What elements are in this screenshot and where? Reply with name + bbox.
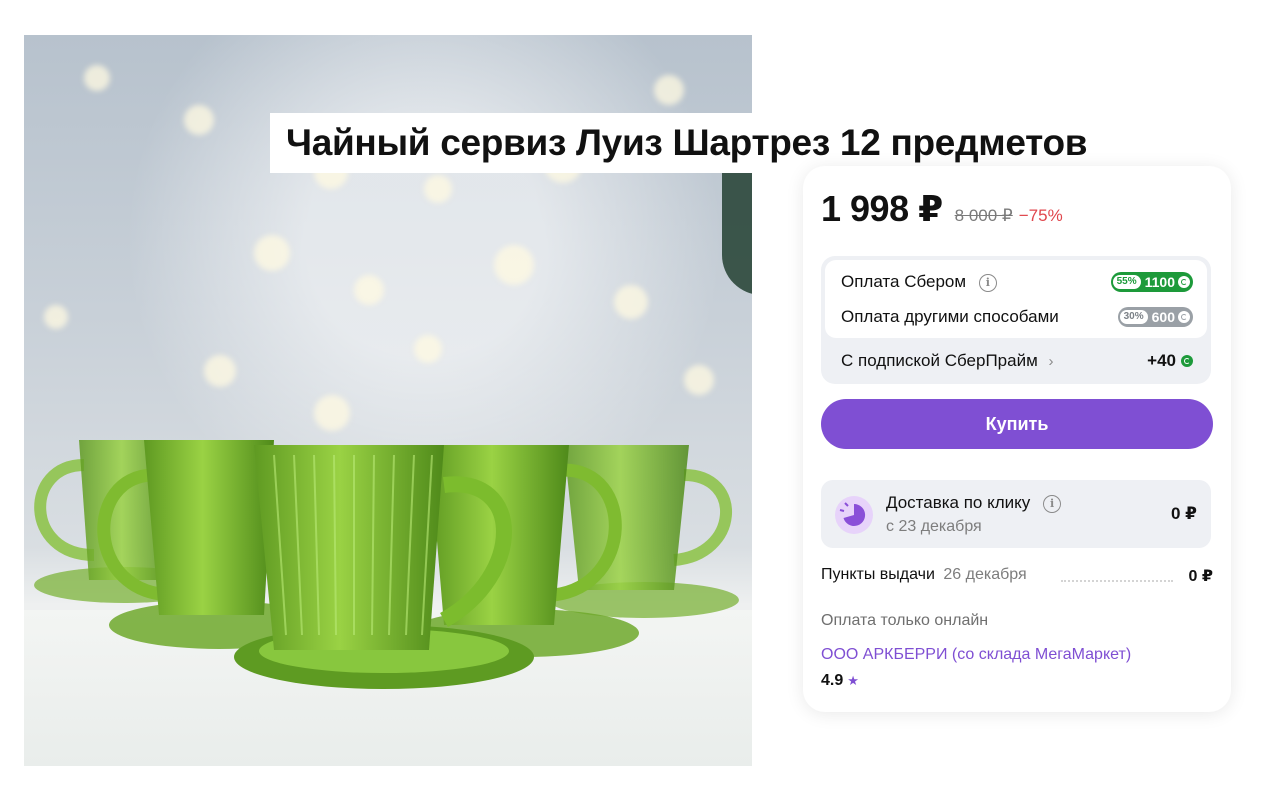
delivery-price: 0 ₽: [1170, 504, 1197, 523]
bonus-row-other: Оплата другими способами 30% 600: [841, 307, 1193, 327]
delivery-title: Доставка по клику i: [886, 493, 1062, 513]
star-icon: ★: [847, 673, 859, 688]
seller-rating-value: 4.9: [821, 672, 844, 689]
chevron-right-icon: ›: [1048, 353, 1054, 370]
seller-rating: 4.9 ★: [821, 672, 859, 690]
sber-bonus-coin-icon: [1178, 276, 1190, 288]
payment-note: Оплата только онлайн: [821, 612, 989, 629]
price-row: 1 998 ₽ 8 000 ₽ −75%: [821, 188, 1063, 230]
bonus-payment-options: Оплата Сбером i 55% 1100 Оплата другими …: [825, 260, 1207, 338]
pickup-date: 26 декабря: [943, 566, 1027, 583]
info-icon[interactable]: i: [978, 273, 997, 292]
product-title: Чайный сервиз Луиз Шартрез 12 предметов: [270, 112, 1104, 173]
sber-bonus-coin-icon: [1181, 355, 1193, 367]
cup: [144, 440, 274, 615]
seller-link[interactable]: ООО АРКБЕРРИ (со склада МегаМаркет): [821, 646, 1131, 664]
dotted-leader: [1061, 580, 1173, 582]
delivery-date: с 23 декабря: [886, 518, 982, 535]
delivery-click-icon: [835, 496, 873, 534]
price-card: 1 998 ₽ 8 000 ₽ −75% Оплата Сбером i 55%…: [803, 166, 1231, 712]
bonus-block: Оплата Сбером i 55% 1100 Оплата другими …: [821, 256, 1211, 384]
bonus-label-other: Оплата другими способами: [841, 307, 1059, 326]
buy-button[interactable]: Купить: [821, 399, 1213, 449]
delivery-option[interactable]: Доставка по клику i с 23 декабря 0 ₽: [821, 480, 1211, 548]
bonus-pill-other: 30% 600: [1117, 307, 1193, 327]
old-price: 8 000 ₽: [954, 206, 1013, 225]
pickup-points-row[interactable]: Пункты выдачи 26 декабря 0 ₽: [821, 566, 1213, 588]
bonus-amount: 600: [1151, 309, 1175, 325]
bonus-amount: 1100: [1144, 274, 1175, 290]
bonus-percent: 30%: [1119, 310, 1148, 324]
bonus-percent: 55%: [1112, 275, 1141, 289]
cup: [254, 445, 444, 650]
pickup-price: 0 ₽: [1188, 568, 1213, 585]
info-icon[interactable]: i: [1043, 494, 1062, 513]
bonus-label-sber: Оплата Сбером: [841, 272, 967, 291]
current-price: 1 998 ₽: [821, 188, 943, 229]
sberprime-link[interactable]: С подпиской СберПрайм › +40: [841, 351, 1193, 371]
pickup-label: Пункты выдачи: [821, 566, 935, 583]
discount-badge: −75%: [1018, 206, 1063, 225]
bonus-row-sber: Оплата Сбером i 55% 1100: [841, 272, 1193, 292]
sber-bonus-coin-icon: [1178, 311, 1190, 323]
bonus-pill-sber: 55% 1100: [1110, 272, 1193, 292]
sberprime-label: С подпиской СберПрайм: [841, 351, 1038, 370]
sberprime-bonus: +40: [1147, 351, 1176, 370]
